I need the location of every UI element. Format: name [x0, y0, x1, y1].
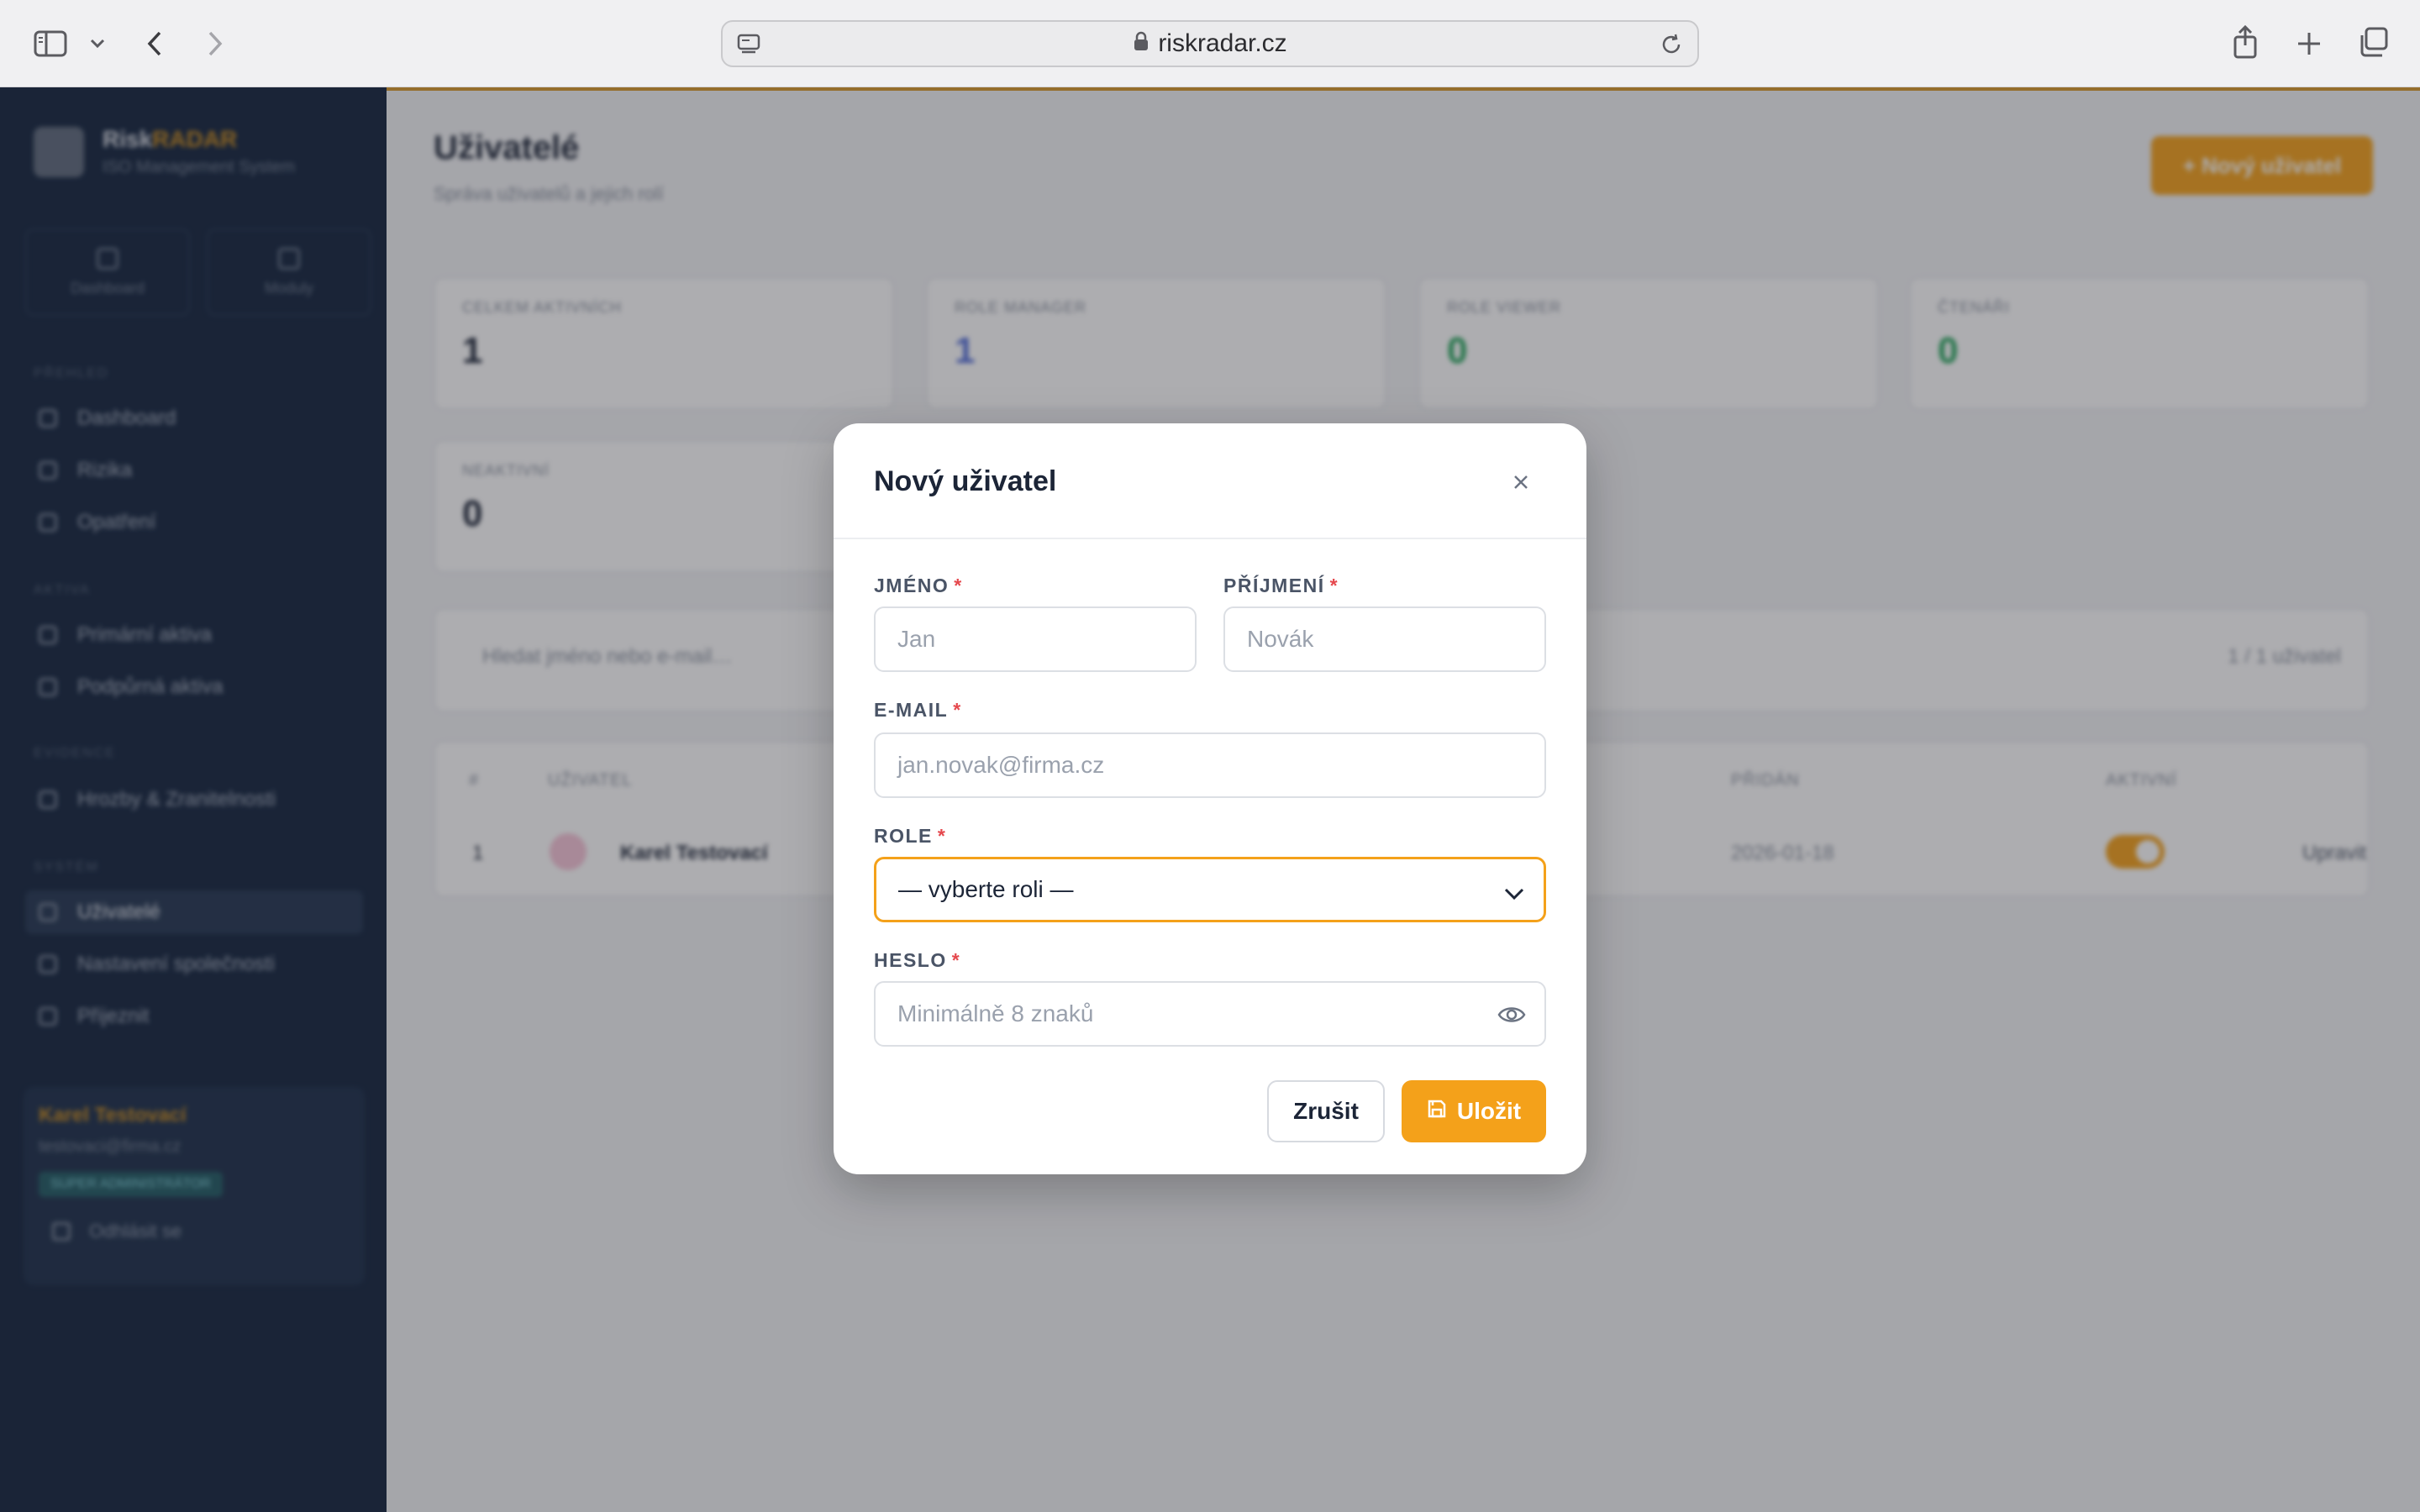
- sidebar-toggle-icon[interactable]: [34, 27, 67, 60]
- email-label: E-MAIL *: [874, 699, 962, 721]
- close-icon[interactable]: [1509, 470, 1533, 494]
- role-label: ROLE *: [874, 825, 947, 847]
- save-button[interactable]: Uložit: [1402, 1080, 1546, 1142]
- lock-icon: [1133, 29, 1150, 58]
- chevron-down-icon: [1503, 881, 1525, 908]
- first-name-field[interactable]: Jan: [874, 606, 1197, 672]
- role-select[interactable]: — vyberte roli —: [874, 857, 1546, 922]
- site-icon: [736, 32, 761, 64]
- save-icon: [1427, 1098, 1457, 1125]
- url-text: riskradar.cz: [1158, 29, 1287, 57]
- new-user-dialog: Nový uživatel JMÉNO * Jan PŘÍJMENÍ * Novák…: [834, 423, 1586, 1174]
- cancel-button[interactable]: Zrušit: [1267, 1080, 1385, 1142]
- browser-toolbar: riskradar.cz: [0, 0, 2420, 87]
- chevron-down-icon[interactable]: [87, 34, 108, 54]
- reload-icon[interactable]: [1659, 32, 1684, 64]
- eye-icon[interactable]: [1497, 1003, 1526, 1032]
- last-name-label: PŘÍJMENÍ *: [1223, 575, 1339, 596]
- back-icon[interactable]: [141, 27, 168, 60]
- share-icon[interactable]: [2228, 24, 2262, 60]
- plus-icon[interactable]: [2292, 27, 2326, 60]
- address-bar[interactable]: riskradar.cz: [721, 20, 1699, 67]
- tabs-icon[interactable]: [2356, 25, 2390, 59]
- forward-icon[interactable]: [202, 27, 229, 60]
- password-label: HESLO *: [874, 949, 961, 971]
- last-name-field[interactable]: Novák: [1223, 606, 1546, 672]
- password-field[interactable]: Minimálně 8 znaků: [874, 981, 1546, 1047]
- first-name-label: JMÉNO *: [874, 575, 963, 596]
- email-field[interactable]: jan.novak@firma.cz: [874, 732, 1546, 798]
- dialog-title: Nový uživatel: [874, 465, 1057, 497]
